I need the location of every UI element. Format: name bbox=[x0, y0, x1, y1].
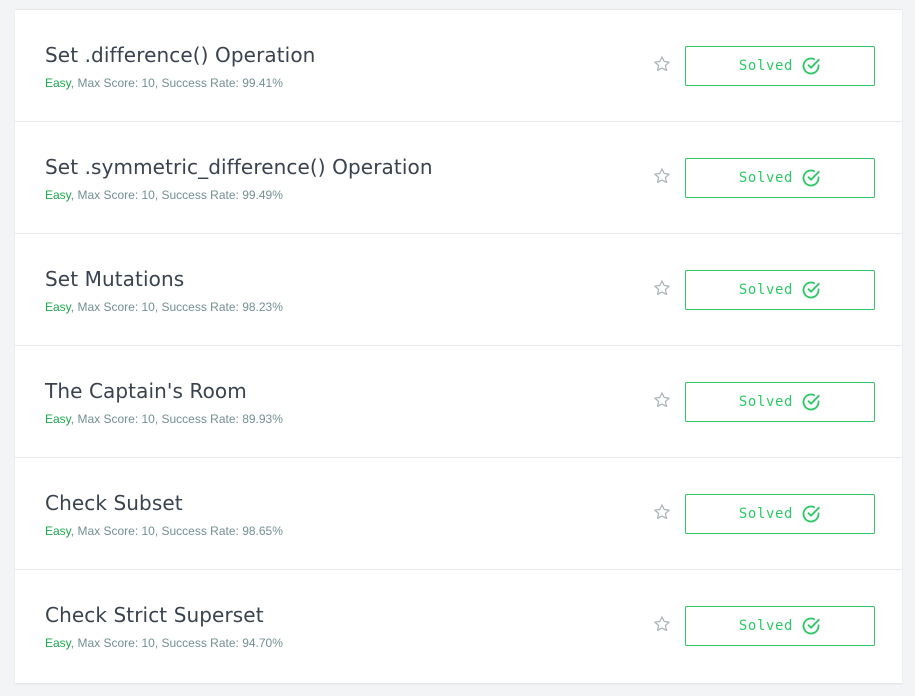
solved-label: Solved bbox=[738, 394, 794, 410]
challenge-stats: , Max Score: 10, Success Rate: 99.41% bbox=[70, 76, 283, 90]
difficulty-label: Easy bbox=[45, 76, 71, 90]
solved-button[interactable]: Solved bbox=[685, 270, 875, 310]
challenge-meta: Easy, Max Score: 10, Success Rate: 99.41… bbox=[45, 75, 283, 91]
check-circle-icon bbox=[802, 505, 820, 523]
solved-label: Solved bbox=[738, 58, 794, 74]
solved-button[interactable]: Solved bbox=[685, 494, 875, 534]
challenge-row[interactable]: Set .symmetric_difference() Operation Ea… bbox=[15, 122, 902, 234]
solved-button[interactable]: Solved bbox=[685, 158, 875, 198]
challenge-row[interactable]: Check Subset Easy, Max Score: 10, Succes… bbox=[15, 458, 902, 570]
challenge-title[interactable]: The Captain's Room bbox=[45, 378, 247, 404]
solved-button[interactable]: Solved bbox=[685, 382, 875, 422]
challenge-row[interactable]: Set .difference() Operation Easy, Max Sc… bbox=[15, 10, 902, 122]
difficulty-label: Easy bbox=[45, 636, 71, 650]
challenge-stats: , Max Score: 10, Success Rate: 89.93% bbox=[70, 412, 283, 426]
solved-button[interactable]: Solved bbox=[685, 606, 875, 646]
challenge-row[interactable]: Set Mutations Easy, Max Score: 10, Succe… bbox=[15, 234, 902, 346]
challenge-row[interactable]: Check Strict Superset Easy, Max Score: 1… bbox=[15, 570, 902, 683]
star-outline-icon[interactable] bbox=[653, 167, 671, 185]
challenge-meta: Easy, Max Score: 10, Success Rate: 99.49… bbox=[45, 187, 283, 203]
difficulty-label: Easy bbox=[45, 300, 71, 314]
solved-label: Solved bbox=[738, 170, 794, 186]
solved-label: Solved bbox=[738, 506, 794, 522]
check-circle-icon bbox=[802, 281, 820, 299]
challenge-meta: Easy, Max Score: 10, Success Rate: 94.70… bbox=[45, 635, 283, 651]
challenge-meta: Easy, Max Score: 10, Success Rate: 98.23… bbox=[45, 299, 283, 315]
challenge-stats: , Max Score: 10, Success Rate: 98.65% bbox=[70, 524, 283, 538]
solved-label: Solved bbox=[738, 282, 794, 298]
challenge-title[interactable]: Set .symmetric_difference() Operation bbox=[45, 154, 433, 180]
difficulty-label: Easy bbox=[45, 188, 71, 202]
star-outline-icon[interactable] bbox=[653, 615, 671, 633]
challenge-stats: , Max Score: 10, Success Rate: 94.70% bbox=[70, 636, 283, 650]
check-circle-icon bbox=[802, 393, 820, 411]
star-outline-icon[interactable] bbox=[653, 279, 671, 297]
challenge-stats: , Max Score: 10, Success Rate: 99.49% bbox=[70, 188, 283, 202]
challenge-title[interactable]: Check Strict Superset bbox=[45, 602, 264, 628]
check-circle-icon bbox=[802, 169, 820, 187]
difficulty-label: Easy bbox=[45, 412, 71, 426]
star-outline-icon[interactable] bbox=[653, 391, 671, 409]
star-outline-icon[interactable] bbox=[653, 503, 671, 521]
star-outline-icon[interactable] bbox=[653, 55, 671, 73]
solved-button[interactable]: Solved bbox=[685, 46, 875, 86]
challenge-title[interactable]: Set Mutations bbox=[45, 266, 184, 292]
challenge-list: Set .difference() Operation Easy, Max Sc… bbox=[15, 9, 902, 683]
challenge-title[interactable]: Check Subset bbox=[45, 490, 183, 516]
challenge-row[interactable]: The Captain's Room Easy, Max Score: 10, … bbox=[15, 346, 902, 458]
check-circle-icon bbox=[802, 617, 820, 635]
challenge-meta: Easy, Max Score: 10, Success Rate: 98.65… bbox=[45, 523, 283, 539]
difficulty-label: Easy bbox=[45, 524, 71, 538]
challenge-stats: , Max Score: 10, Success Rate: 98.23% bbox=[70, 300, 283, 314]
check-circle-icon bbox=[802, 57, 820, 75]
challenge-title[interactable]: Set .difference() Operation bbox=[45, 42, 315, 68]
solved-label: Solved bbox=[738, 618, 794, 634]
challenge-meta: Easy, Max Score: 10, Success Rate: 89.93… bbox=[45, 411, 283, 427]
